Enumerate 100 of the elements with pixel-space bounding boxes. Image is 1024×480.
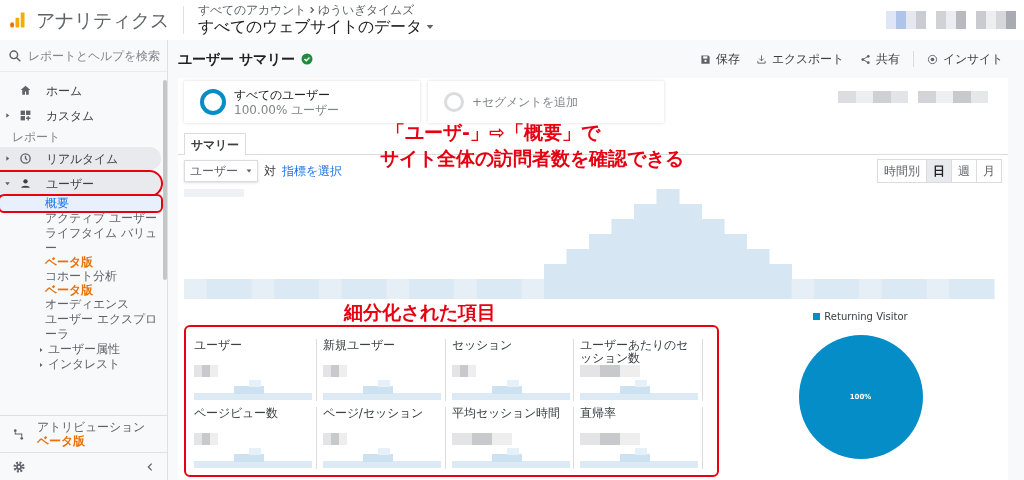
caret-down-icon — [3, 180, 11, 187]
nav-subitem[interactable]: ライフタイム バリュー ベータ版 — [0, 226, 161, 269]
metric-label: 新規ユーザー — [322, 339, 396, 354]
nav-item[interactable]: ユーザー — [0, 172, 161, 195]
bar-chart-logo-icon — [8, 10, 26, 30]
blurred-chart-column — [229, 279, 252, 299]
blurred-block — [976, 11, 1016, 29]
nav-subitem[interactable]: コホート分析 ベータ版 — [0, 269, 161, 297]
blurred-block — [322, 365, 347, 377]
grid-plus-icon — [19, 109, 32, 122]
view-selector[interactable]: すべてのウェブサイトのデータ — [198, 17, 434, 37]
blurred-chart-column — [814, 279, 837, 299]
blurred-chart-column — [904, 279, 927, 299]
metric-label: ユーザー — [194, 339, 243, 354]
blurred-block — [580, 365, 641, 377]
blurred-chart-column — [881, 279, 905, 299]
clock-icon — [19, 152, 32, 165]
metric-label: セッション — [451, 339, 513, 354]
caret-right-icon — [3, 155, 11, 162]
metric-label: ページビュー数 — [194, 407, 279, 422]
toolbar-button[interactable]: 保存 — [695, 50, 745, 68]
blurred-chart-column — [926, 279, 950, 299]
caret-down-icon — [426, 23, 434, 31]
blurred-chart-column — [409, 279, 432, 299]
blurred-chart-column — [836, 279, 860, 299]
search-icon — [8, 48, 22, 63]
tab[interactable]: サマリー — [184, 133, 246, 155]
collapse-chevron-icon[interactable] — [145, 461, 155, 472]
blurred-block — [918, 91, 988, 103]
search-field[interactable]: レポートとヘルプを検索 — [28, 46, 165, 65]
ring-icon — [444, 92, 464, 112]
nav-subitem[interactable]: ユーザー属性 — [0, 342, 161, 357]
toolbar-button[interactable]: エクスポート — [751, 50, 849, 68]
metric-label: 直帰率 — [580, 407, 618, 422]
annotation-text: 細分化された項目 — [342, 299, 497, 325]
blurred-chart-column — [386, 279, 410, 299]
nav-subitem[interactable]: アクティブ ユーザー — [0, 211, 161, 226]
blurred-chart-column — [206, 279, 230, 299]
target-icon — [927, 53, 938, 65]
add-segment-button[interactable]: +セグメントを追加 — [428, 81, 664, 123]
metric-label: ユーザーあたりのセッション数 — [580, 339, 690, 365]
blurred-chart-column — [499, 279, 522, 299]
select-metric-link[interactable]: 指標を選択 — [282, 162, 342, 180]
versus-label: 対 — [264, 163, 276, 180]
caret-right-icon — [38, 346, 44, 353]
breadcrumb-link[interactable]: ゆういぎタイムズ — [318, 3, 414, 17]
blurred-chart-column — [296, 279, 320, 299]
page-title: ユーザー サマリー — [178, 49, 295, 69]
blurred-block — [838, 91, 908, 103]
blurred-chart-column — [859, 279, 882, 299]
ring-icon — [200, 89, 226, 115]
breadcrumb-link[interactable]: すべてのアカウント — [198, 3, 306, 17]
blurred-block — [322, 433, 347, 445]
metric-dropdown[interactable]: ユーザー — [184, 160, 258, 182]
segment-card: すべてのユーザー 100.00% ユーザー — [184, 81, 420, 123]
person-icon — [19, 177, 32, 190]
nav-item[interactable]: ホーム — [0, 79, 161, 102]
app-title: アナリティクス — [36, 7, 169, 33]
blurred-chart-column — [251, 279, 275, 299]
section-label: レポート — [11, 129, 61, 146]
nav-subitem[interactable]: インタレスト — [0, 357, 161, 372]
blurred-block — [451, 433, 512, 445]
legend-label: Returning Visitor — [824, 310, 908, 324]
blurred-block — [194, 433, 218, 445]
nav-subitem[interactable]: ユーザー エクスプローラ — [0, 312, 161, 342]
route-icon — [12, 427, 25, 441]
annotation-text: サイト全体の訪問者数を確認できる — [380, 146, 684, 170]
home-icon — [19, 84, 32, 97]
blurred-chart-column — [364, 279, 387, 299]
blurred-chart-column — [341, 279, 365, 299]
nav-item[interactable]: カスタム — [0, 104, 161, 127]
toolbar-button[interactable]: インサイト — [922, 50, 1008, 68]
nav-item[interactable]: アトリビューション ベータ版 — [0, 415, 167, 452]
blurred-block — [451, 365, 476, 377]
nav-subitem[interactable]: オーディエンス — [0, 297, 161, 312]
blurred-block — [936, 11, 966, 29]
nav-item[interactable]: リアルタイム — [0, 147, 161, 170]
granularity-button[interactable]: 日 — [926, 160, 951, 182]
caret-right-icon — [3, 112, 11, 119]
blurred-chart-column — [274, 279, 297, 299]
blurred-block — [886, 11, 926, 29]
blurred-chart-column — [949, 279, 972, 299]
settings-icon[interactable] — [12, 459, 26, 474]
blurred-chart-column — [454, 279, 477, 299]
blurred-block — [194, 365, 218, 377]
blurred-chart-column — [319, 279, 342, 299]
share-icon — [860, 53, 871, 65]
annotation-text: 「ユーザ-」⇨「概要」で — [386, 120, 600, 144]
blurred-chart-column — [184, 279, 207, 299]
blurred-chart-column — [431, 279, 455, 299]
caret-right-icon — [38, 361, 44, 368]
blurred-block — [580, 433, 641, 445]
blurred-chart-column — [476, 279, 500, 299]
nav-subitem[interactable]: 概要 — [0, 196, 161, 211]
legend-swatch — [813, 313, 821, 320]
toolbar-button[interactable]: 共有 — [855, 50, 905, 68]
download-icon — [756, 53, 767, 65]
metric-label: ページ/セッション — [322, 407, 424, 422]
caret-down-icon — [246, 168, 252, 174]
blurred-chart-column — [971, 279, 995, 299]
